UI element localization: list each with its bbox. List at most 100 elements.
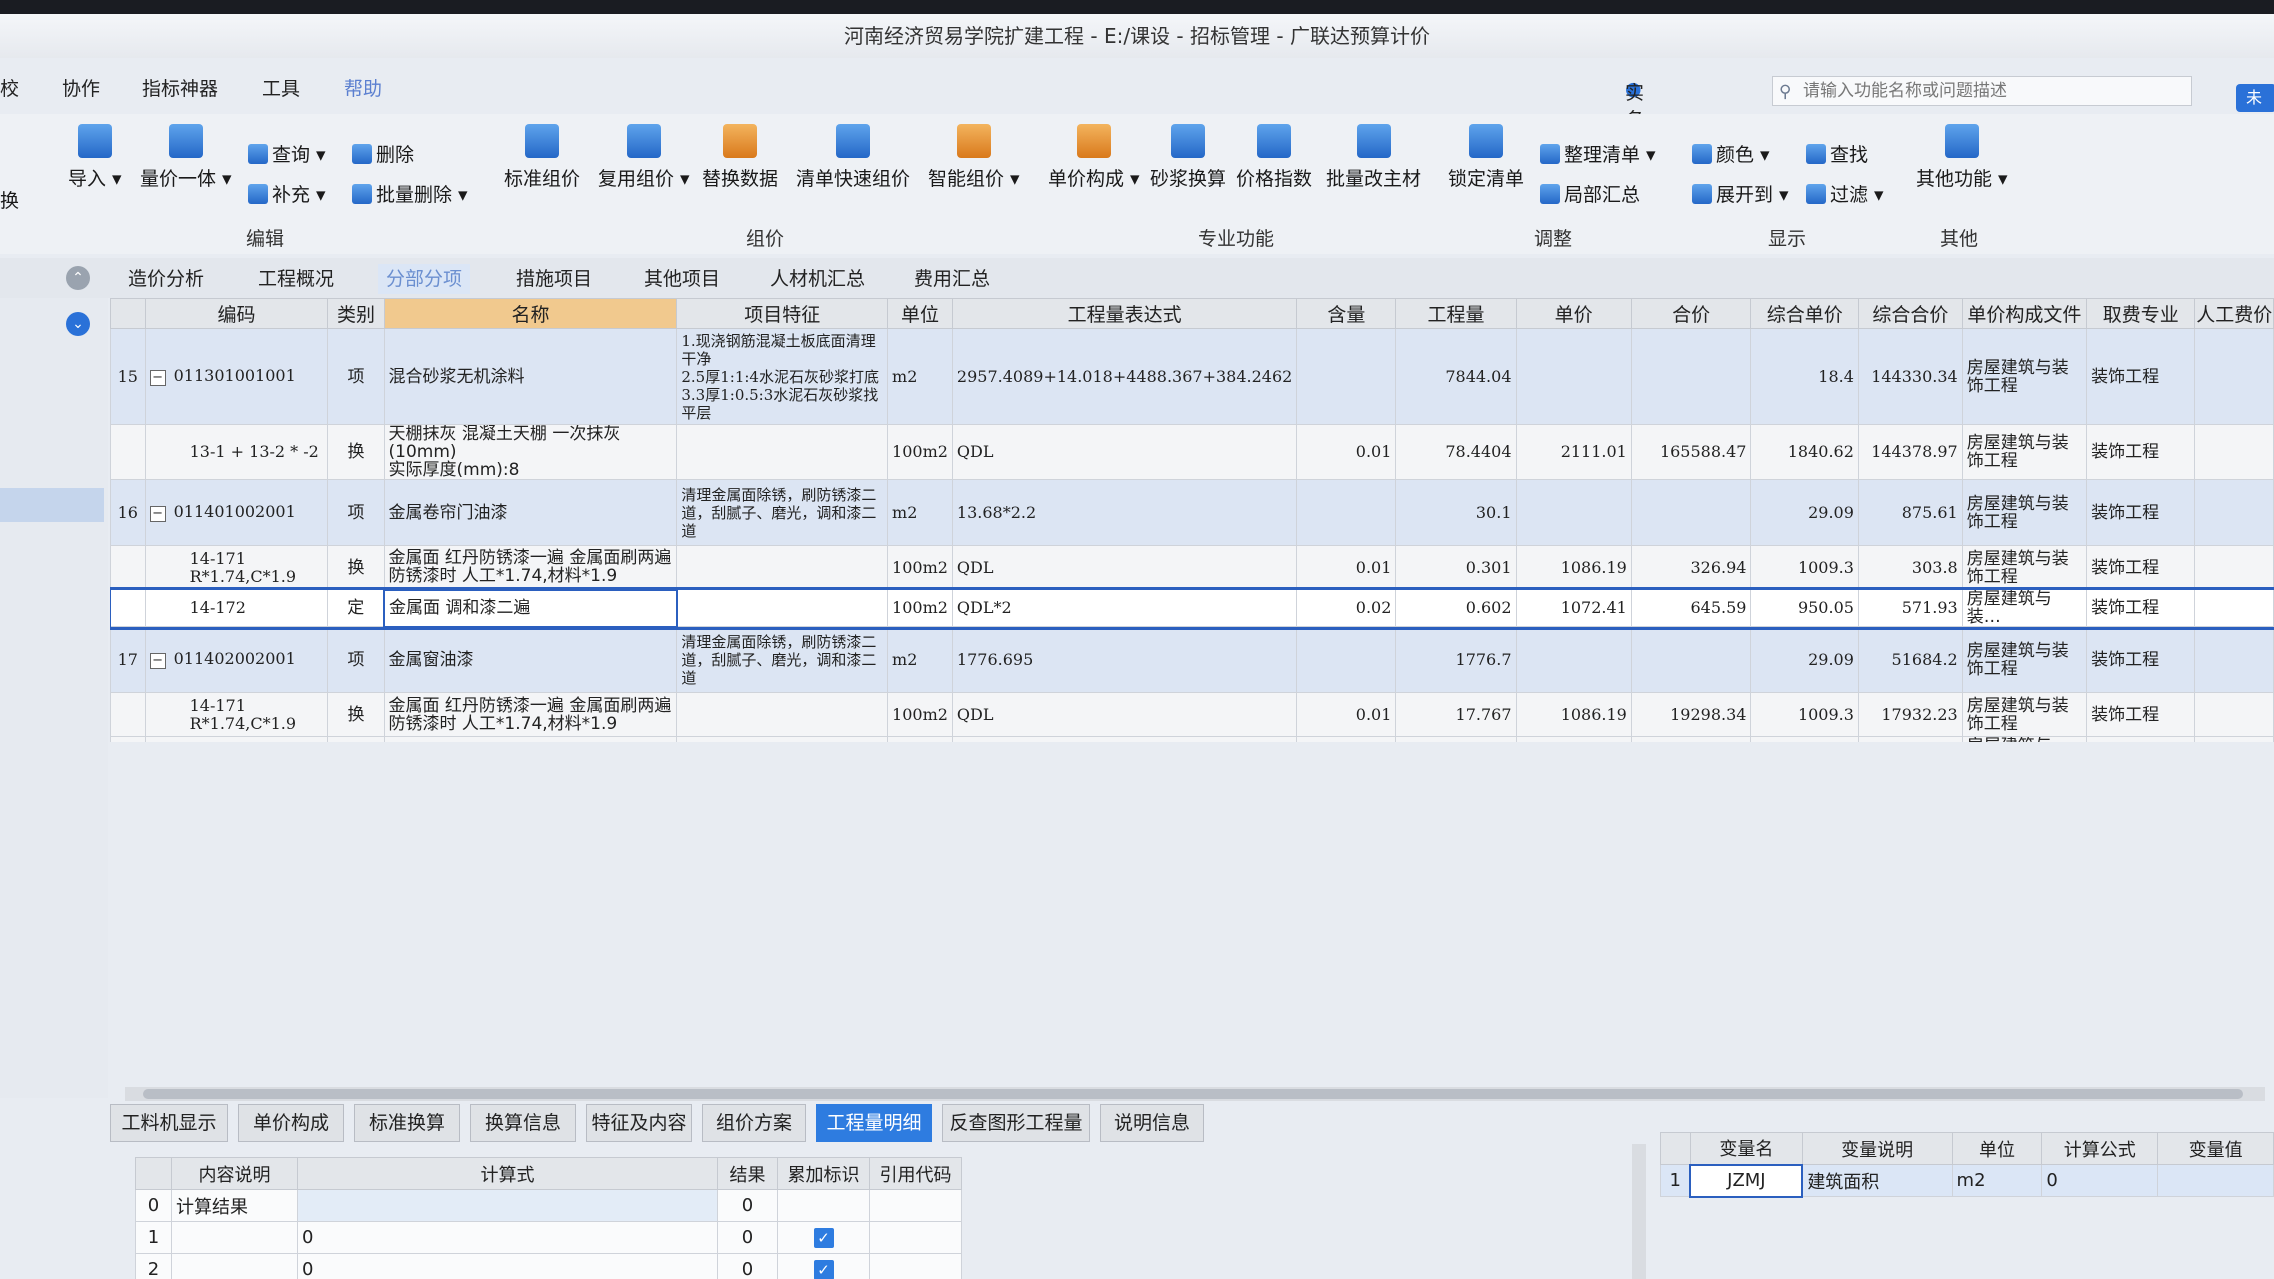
calc-cell-no[interactable]: 1: [135, 1221, 172, 1254]
tab-measures[interactable]: 措施项目: [508, 264, 600, 294]
cell-content[interactable]: 0.01: [1296, 692, 1397, 737]
calc-cell-desc[interactable]: 计算结果: [171, 1189, 298, 1222]
cell-file[interactable]: 房屋建筑与装…: [1961, 736, 2088, 742]
grid-col-feature[interactable]: 项目特征: [676, 298, 889, 329]
cell-name[interactable]: 金属窗油漆: [383, 626, 678, 693]
calc-cell-acc[interactable]: [777, 1189, 870, 1222]
cell-code[interactable]: 13-1 + 13-2 * -2: [144, 424, 329, 480]
calc-cell-desc[interactable]: [171, 1221, 298, 1254]
cell-code[interactable]: −011301001001: [144, 328, 329, 425]
grid-col-price[interactable]: 单价: [1515, 298, 1632, 329]
calc-cell-result[interactable]: 0: [717, 1253, 778, 1279]
tab-std-convert[interactable]: 标准换算: [354, 1104, 460, 1142]
cell-type[interactable]: 换: [327, 545, 385, 590]
expand-to-button[interactable]: 展开到 ▾: [1692, 180, 1789, 207]
calc-vertical-scrollbar[interactable]: [1632, 1144, 1646, 1279]
cell-labor[interactable]: [2194, 589, 2274, 627]
cell-labor[interactable]: [2194, 479, 2274, 546]
var-cell-formula[interactable]: 0: [2041, 1164, 2159, 1197]
cell-expr[interactable]: 13.68*2.2: [951, 479, 1298, 546]
var-row[interactable]: 1 JZMJ 建筑面积 m2 0: [1660, 1163, 2274, 1198]
cell-unit[interactable]: m2: [887, 328, 953, 425]
cell-name[interactable]: 混合砂浆无机涂料: [383, 328, 678, 425]
cell-file[interactable]: 房屋建筑与装饰工程: [1961, 692, 2088, 737]
add-button[interactable]: 补充 ▾: [248, 180, 326, 207]
calc-row[interactable]: 0 计算结果 0: [135, 1189, 962, 1222]
menu-item-tools[interactable]: 工具: [262, 74, 300, 101]
calc-cell-no[interactable]: 0: [135, 1189, 172, 1222]
cell-type[interactable]: 项: [327, 626, 385, 693]
grid-col-labor[interactable]: 人工费价: [2194, 298, 2274, 329]
cell-qty[interactable]: 35.534: [1395, 736, 1517, 742]
quick-combo-button[interactable]: 清单快速组价: [796, 124, 910, 191]
quota-row[interactable]: 14-171 R*1.74,C*1.9 换金属面 红丹防锈漆一遍 金属面刷两遍防锈…: [110, 692, 2274, 737]
ribbon-replace-partial[interactable]: 换: [0, 186, 19, 213]
calc-cell-result[interactable]: 0: [717, 1189, 778, 1222]
cell-code[interactable]: −011401002001: [144, 479, 329, 546]
cell-total[interactable]: [1630, 479, 1752, 546]
cell-feature[interactable]: 清理金属面除锈，刷防锈漆二道，刮腻子、磨光，调和漆二道: [676, 479, 889, 546]
calc-cell-no[interactable]: 2: [135, 1253, 172, 1279]
tab-combo-plan[interactable]: 组价方案: [702, 1104, 806, 1142]
cell-cprice[interactable]: 29.09: [1750, 626, 1859, 693]
cell-content[interactable]: [1296, 328, 1397, 425]
cell-total[interactable]: 645.59: [1630, 589, 1752, 627]
cell-qty[interactable]: 78.4404: [1395, 424, 1517, 480]
std-combo-button[interactable]: 标准组价: [504, 124, 580, 191]
delete-button[interactable]: 删除: [352, 140, 414, 167]
cell-ctotal[interactable]: 571.93: [1857, 589, 1963, 627]
query-button[interactable]: 查询 ▾: [248, 140, 326, 167]
cell-type[interactable]: 定: [327, 589, 385, 627]
nav-down-icon[interactable]: ⌄: [66, 312, 90, 336]
cell-ctotal[interactable]: 51684.2: [1857, 626, 1963, 693]
cell-ctotal[interactable]: 875.61: [1857, 479, 1963, 546]
smart-combo-button[interactable]: 智能组价 ▾: [928, 124, 1020, 191]
tab-overview[interactable]: 工程概况: [250, 264, 342, 294]
cell-type[interactable]: 定: [327, 736, 385, 742]
cell-feature[interactable]: [676, 692, 889, 737]
cell-expr[interactable]: QDL*2: [951, 589, 1298, 627]
cell-labor[interactable]: [2194, 626, 2274, 693]
calc-cell-expr[interactable]: 0: [297, 1253, 718, 1279]
cell-total[interactable]: 165588.47: [1630, 424, 1752, 480]
quota-row[interactable]: 14-172定金属面 调和漆二遍 100m2QDL*20.0235.5341072…: [110, 736, 2274, 742]
cell-unit[interactable]: 100m2: [887, 545, 953, 590]
cell-file[interactable]: 房屋建筑与装饰工程: [1961, 479, 2088, 546]
cell-name[interactable]: 金属面 调和漆二遍: [383, 736, 678, 742]
tab-others[interactable]: 其他项目: [636, 264, 728, 294]
grid-col-cprice[interactable]: 综合单价: [1750, 298, 1859, 329]
cell-code[interactable]: 14-171 R*1.74,C*1.9: [144, 545, 329, 590]
grid-col-fee[interactable]: 取费专业: [2086, 298, 2196, 329]
cell-qty[interactable]: 30.1: [1395, 479, 1517, 546]
tab-cost-analysis[interactable]: 造价分析: [120, 264, 212, 294]
grid-col-name[interactable]: 名称: [383, 298, 678, 329]
cell-cprice[interactable]: 1009.3: [1750, 545, 1859, 590]
cell-qty[interactable]: 17.767: [1395, 692, 1517, 737]
cell-code[interactable]: 14-171 R*1.74,C*1.9: [144, 692, 329, 737]
list-item-row[interactable]: 15−011301001001 项混合砂浆无机涂料 1.现浇钢筋混凝土板底面清理干净…: [110, 328, 2274, 425]
cell-type[interactable]: 换: [327, 692, 385, 737]
var-cell-name[interactable]: JZMJ: [1689, 1163, 1804, 1198]
function-search-input[interactable]: ⚲ 请输入功能名称或问题描述: [1772, 76, 2192, 106]
cell-fee[interactable]: 装饰工程: [2086, 736, 2196, 742]
cell-type[interactable]: 项: [327, 328, 385, 425]
calc-cell-expr[interactable]: [297, 1189, 718, 1222]
batch-delete-button[interactable]: 批量删除 ▾: [352, 180, 468, 207]
calc-cell-acc[interactable]: ✓: [777, 1221, 870, 1254]
tab-items[interactable]: 分部分项: [378, 264, 471, 294]
accumulate-checkbox[interactable]: ✓: [813, 1228, 834, 1248]
calc-cell-ref[interactable]: [869, 1221, 962, 1254]
tab-notes[interactable]: 说明信息: [1100, 1104, 1204, 1142]
cell-fee[interactable]: 装饰工程: [2086, 545, 2196, 590]
cell-content[interactable]: 0.02: [1296, 736, 1397, 742]
grid-col-ctotal[interactable]: 综合合价: [1857, 298, 1963, 329]
grid-col-file[interactable]: 单价构成文件: [1961, 298, 2088, 329]
cell-expr[interactable]: 2957.4089+14.018+4488.367+384.2462: [951, 328, 1298, 425]
grid-col-content[interactable]: 含量: [1296, 298, 1397, 329]
cell-cprice[interactable]: 18.4: [1750, 328, 1859, 425]
tab-fee-summary[interactable]: 费用汇总: [906, 264, 998, 294]
cell-ctotal[interactable]: 303.8: [1857, 545, 1963, 590]
var-cell-unit[interactable]: m2: [1951, 1164, 2043, 1197]
cell-qty[interactable]: 7844.04: [1395, 328, 1517, 425]
cell-content[interactable]: 0.02: [1296, 589, 1397, 627]
